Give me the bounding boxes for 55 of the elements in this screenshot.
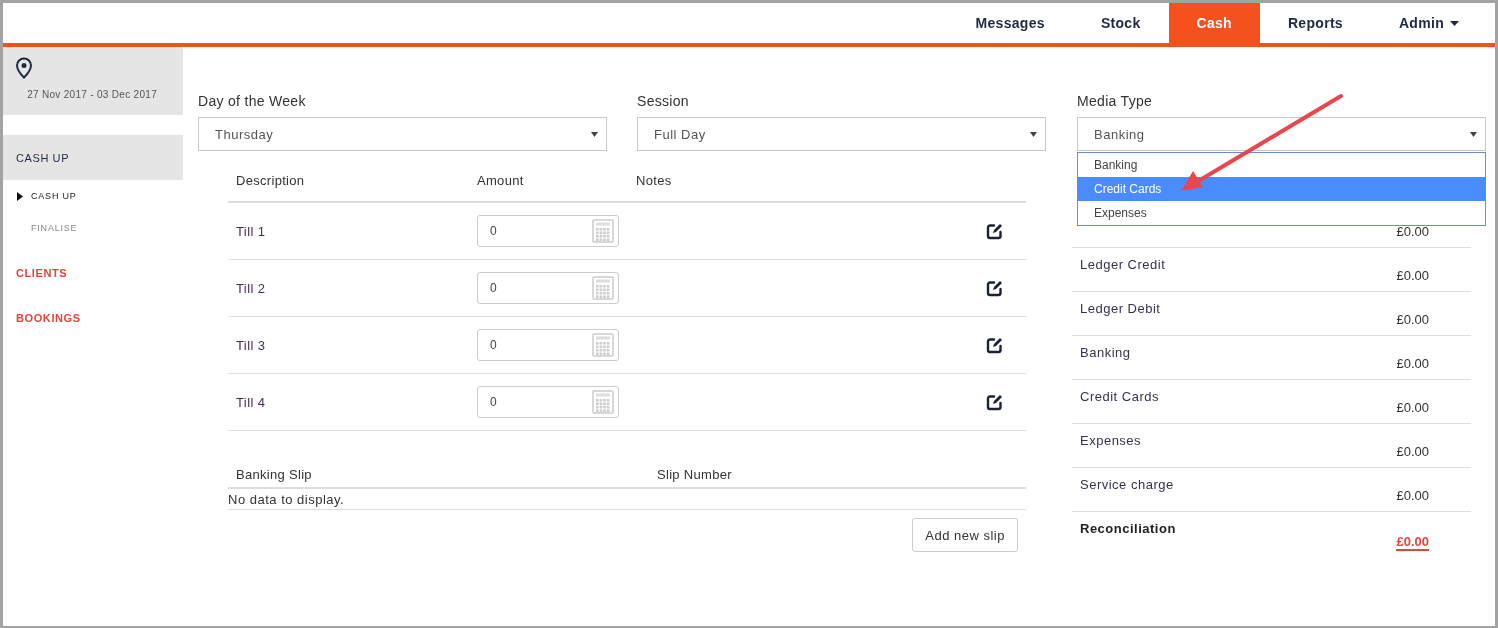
column-header: Description: [236, 173, 306, 188]
sidebar-item[interactable]: FINALISE: [3, 212, 183, 244]
till-name: Till 4: [236, 394, 267, 410]
summary-value: £0.00: [1396, 312, 1429, 327]
summary-value: £0.00: [1396, 268, 1429, 283]
summary-label: Ledger Credit: [1080, 257, 1166, 272]
edit-icon[interactable]: [986, 393, 1003, 411]
select-field[interactable]: Full Day: [637, 117, 1046, 151]
summary-value: £0.00: [1396, 356, 1429, 371]
amount-input[interactable]: 0: [477, 215, 619, 247]
edit-icon[interactable]: [986, 222, 1003, 240]
summary-label: Credit Cards: [1080, 389, 1159, 404]
nav-tab[interactable]: Admin: [1370, 3, 1487, 43]
till-name: Till 3: [236, 337, 267, 353]
field-label: Media Type: [1077, 93, 1154, 109]
amount-input[interactable]: 0: [477, 386, 619, 418]
select-field[interactable]: Thursday: [198, 117, 607, 151]
column-header: Amount: [477, 173, 525, 188]
date-range: 27 Nov 2017 - 03 Dec 2017: [27, 89, 158, 100]
nav-tab[interactable]: Stock: [1072, 3, 1169, 43]
edit-icon[interactable]: [986, 279, 1003, 297]
column-header: Notes: [636, 173, 673, 188]
column-header: Slip Number: [657, 467, 733, 484]
add-slip-button[interactable]: Add new slip: [912, 518, 1018, 552]
field-label: Day of the Week: [198, 93, 307, 109]
sidebar-section[interactable]: BOOKINGS: [3, 295, 183, 340]
amount-input[interactable]: 0: [477, 329, 619, 361]
location-pin-icon: [15, 57, 33, 79]
caret-icon: [1470, 131, 1477, 137]
sidebar-section[interactable]: CLIENTS: [3, 250, 183, 295]
sidebar-section[interactable]: CASH UP: [3, 135, 183, 180]
sidebar-item[interactable]: CASH UP: [3, 180, 183, 212]
column-header: Banking Slip: [236, 467, 313, 484]
till-name: Till 1: [236, 223, 267, 239]
summary-value: £0.00: [1396, 488, 1429, 503]
summary-label: Reconciliation: [1080, 521, 1176, 536]
nav-tab[interactable]: Messages: [947, 3, 1073, 43]
summary-value: £0.00: [1396, 444, 1429, 459]
summary-value: £0.00: [1396, 534, 1429, 551]
summary-label: Service charge: [1080, 477, 1174, 492]
amount-input[interactable]: 0: [477, 272, 619, 304]
summary-value: £0.00: [1396, 400, 1429, 415]
empty-message: No data to display.: [228, 491, 345, 507]
summary-label: Ledger Debit: [1080, 301, 1161, 316]
till-name: Till 2: [236, 280, 267, 296]
select-field[interactable]: Banking: [1077, 117, 1486, 151]
summary-label: Banking: [1080, 345, 1131, 360]
caret-icon: [1030, 131, 1037, 137]
summary-label: Expenses: [1080, 433, 1142, 448]
triangle-icon: [17, 191, 23, 201]
caret-icon: [591, 131, 598, 137]
field-label: Session: [637, 93, 690, 109]
summary-value: £0.00: [1396, 224, 1429, 239]
edit-icon[interactable]: [986, 336, 1003, 354]
nav-tab[interactable]: Reports: [1259, 3, 1371, 43]
